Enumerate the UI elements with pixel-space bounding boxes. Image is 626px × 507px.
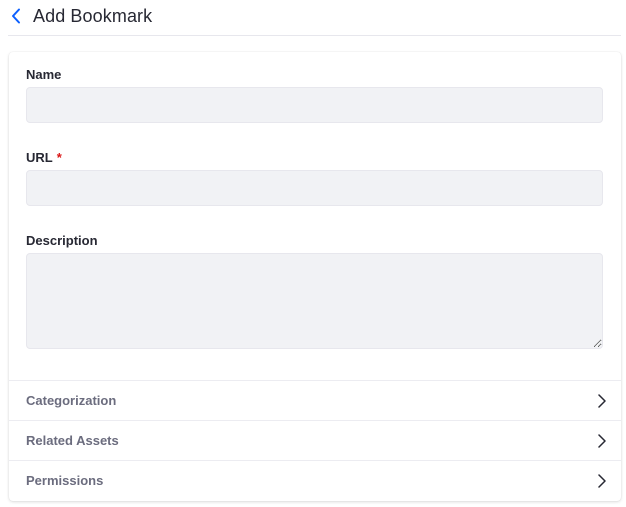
chevron-left-icon[interactable] [11,8,21,24]
description-textarea[interactable] [26,253,603,349]
panel-permissions-label: Permissions [26,472,104,488]
chevron-right-icon [598,394,606,408]
name-input[interactable] [26,87,603,123]
panel-related-assets-label: Related Assets [26,432,119,448]
chevron-right-icon [598,434,606,448]
description-label: Description [26,233,98,249]
back-button[interactable] [8,6,24,26]
panel-permissions[interactable]: Permissions [9,460,621,500]
chevron-right-icon [598,474,606,488]
page-title: Add Bookmark [33,6,153,26]
bookmark-form-card: Name URL * Description Categorization Rel… [9,52,621,501]
url-label: URL * [26,150,62,166]
name-label-text: Name [26,67,62,82]
required-indicator: * [56,150,62,165]
page-header: Add Bookmark [8,0,621,36]
url-label-text: URL [26,150,53,165]
url-input[interactable] [26,170,603,206]
panel-related-assets[interactable]: Related Assets [9,420,621,460]
name-label: Name [26,67,61,83]
panel-categorization[interactable]: Categorization [9,380,621,420]
description-label-text: Description [26,233,98,248]
panel-categorization-label: Categorization [26,392,117,408]
